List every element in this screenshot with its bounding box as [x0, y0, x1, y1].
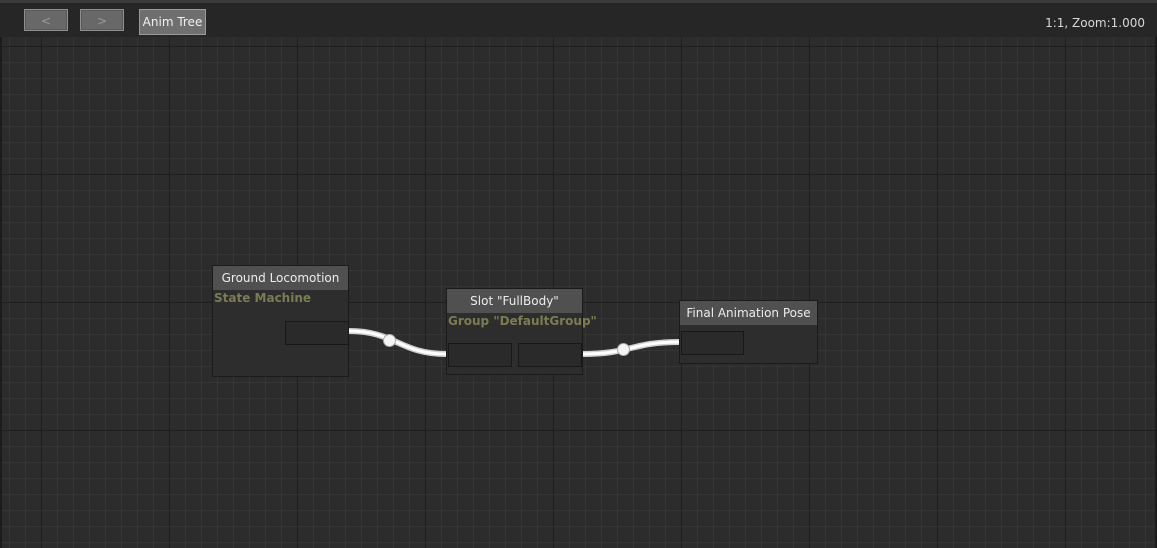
output-pin[interactable] — [285, 321, 349, 345]
connection-wires — [346, 328, 682, 357]
node-final-animation-pose[interactable]: Final Animation Pose — [679, 300, 818, 364]
node-subtitle: State Machine — [214, 291, 312, 305]
node-title: Ground Locomotion — [213, 266, 348, 290]
node-title: Final Animation Pose — [680, 301, 817, 325]
input-pin[interactable] — [448, 343, 512, 367]
node-ground-locomotion[interactable]: Ground Locomotion State Machine — [212, 265, 349, 377]
node-subtitle: Group "DefaultGroup" — [448, 314, 597, 328]
wire-knot[interactable] — [383, 334, 396, 347]
output-pin[interactable] — [518, 343, 582, 367]
input-pin[interactable] — [681, 331, 744, 355]
node-title: Slot "FullBody" — [447, 289, 582, 313]
wire-knot[interactable] — [617, 343, 630, 356]
node-slot-fullbody[interactable]: Slot "FullBody" Group "DefaultGroup" — [446, 288, 597, 375]
